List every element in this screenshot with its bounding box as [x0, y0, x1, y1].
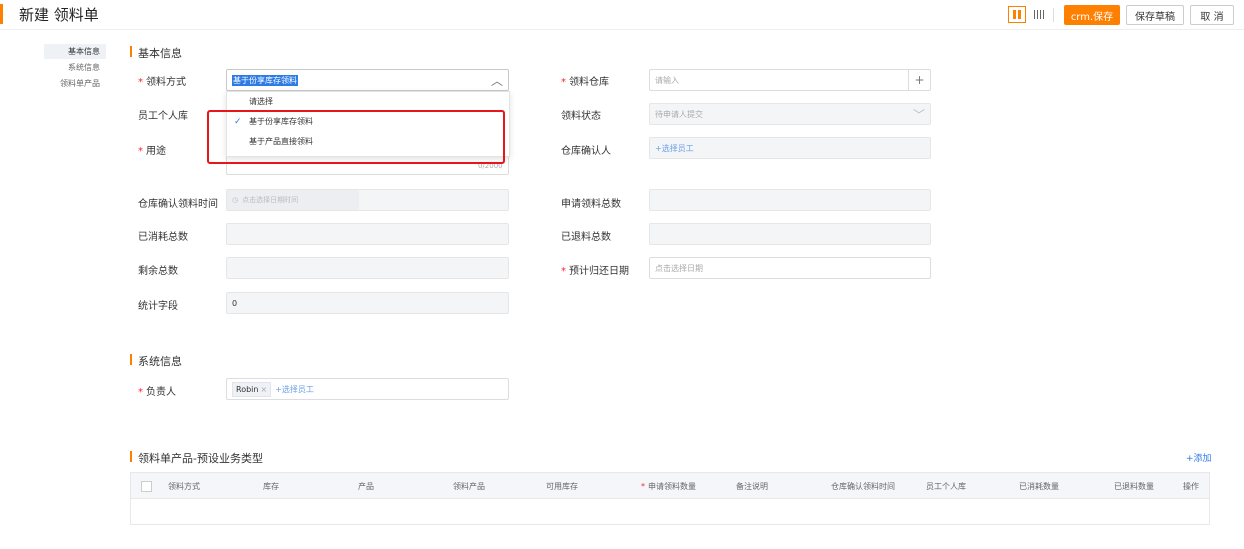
section-nav: 基本信息 系统信息 领料单产品 [44, 44, 106, 92]
warehouse-input[interactable]: 请输入 + [649, 69, 931, 91]
products-table-body [130, 499, 1210, 525]
consumed-total-field [226, 223, 509, 245]
section-title-system: 系统信息 [130, 353, 182, 369]
select-all-checkbox[interactable] [141, 481, 152, 492]
method-select[interactable]: 基于份享库存领料 ︿ [226, 69, 509, 91]
owner-field[interactable]: Robin × +选择员工 [226, 378, 509, 400]
owner-tag: Robin × [232, 381, 272, 397]
col-confirm-time: 仓库确认领料时间 [831, 482, 895, 491]
col-returned-qty: 已退料数量 [1114, 482, 1154, 491]
col-stock: 库存 [263, 482, 279, 491]
highlight-box [207, 110, 505, 164]
method-label: * 领料方式 [138, 77, 186, 88]
status-select: 待申请人提交 ﹀ [649, 103, 931, 125]
personal-store-label: 员工个人库 [138, 111, 188, 122]
save-button[interactable]: crm.保存 [1064, 5, 1120, 25]
save-draft-button[interactable]: 保存草稿 [1126, 5, 1184, 25]
return-date-label: * 预计归还日期 [561, 266, 629, 277]
cancel-button[interactable]: 取 消 [1190, 5, 1234, 25]
method-value: 基于份享库存领料 [232, 74, 298, 86]
close-icon[interactable]: × [260, 385, 267, 394]
stat-field: 0 [226, 292, 509, 314]
single-column-view-icon[interactable] [1030, 6, 1048, 23]
status-label: 领料状态 [561, 111, 601, 122]
add-owner-link[interactable]: +选择员工 [275, 384, 314, 395]
owner-label: * 负责人 [138, 387, 176, 398]
consumed-total-label: 已消耗总数 [138, 232, 188, 243]
nav-item-products[interactable]: 领料单产品 [44, 76, 106, 91]
purpose-label: * 用途 [138, 146, 166, 157]
returned-total-field [649, 223, 931, 245]
col-actions: 操作 [1183, 482, 1199, 491]
plus-icon[interactable]: + [908, 70, 930, 90]
chevron-down-icon: ﹀ [912, 107, 925, 122]
col-product: 产品 [358, 482, 374, 491]
title-accent-bar [0, 4, 3, 24]
header-divider [1053, 8, 1054, 22]
nav-item-system-info[interactable]: 系统信息 [44, 60, 106, 75]
col-remarks: 备注说明 [736, 482, 768, 491]
view-toggle [1008, 6, 1048, 23]
col-picked-product: 领料产品 [453, 482, 485, 491]
confirm-time-picker: ◷ 点击选择日期时间 [227, 190, 359, 210]
chevron-up-icon[interactable]: ︿ [486, 70, 508, 90]
remaining-total-label: 剩余总数 [138, 266, 178, 277]
section-title-basic: 基本信息 [130, 45, 182, 61]
section-title-products: 领料单产品-预设业务类型 [130, 450, 263, 466]
double-column-view-icon[interactable] [1008, 6, 1026, 23]
apply-total-field [649, 189, 931, 211]
col-consumed-qty: 已消耗数量 [1019, 482, 1059, 491]
page-header: 新建 领料单 crm.保存 保存草稿 取 消 [0, 0, 1244, 30]
col-method: 领料方式 [168, 482, 200, 491]
confirmer-label: 仓库确认人 [561, 146, 611, 157]
apply-total-label: 申请领料总数 [561, 199, 621, 210]
col-personal-store: 员工个人库 [926, 482, 966, 491]
warehouse-label: * 领料仓库 [561, 77, 609, 88]
page-title: 新建 领料单 [19, 6, 99, 24]
col-apply-qty: * 申请领料数量 [641, 482, 696, 491]
return-date-input[interactable]: 点击选择日期 [649, 257, 931, 279]
col-available-stock: 可用库存 [546, 482, 578, 491]
clock-icon: ◷ [232, 196, 239, 204]
confirmer-field: +选择员工 [649, 137, 931, 159]
returned-total-label: 已退料总数 [561, 232, 611, 243]
remaining-total-field [226, 257, 509, 279]
dropdown-option-please-select[interactable]: 请选择 [227, 92, 509, 112]
nav-item-basic-info[interactable]: 基本信息 [44, 44, 106, 59]
stat-field-label: 统计字段 [138, 301, 178, 312]
add-product-link[interactable]: +添加 [1186, 451, 1212, 464]
products-table-header: 领料方式 库存 产品 领料产品 可用库存 * 申请领料数量 备注说明 仓库确认领料… [130, 472, 1210, 499]
confirm-time-label: 仓库确认领料时间 [138, 199, 218, 210]
